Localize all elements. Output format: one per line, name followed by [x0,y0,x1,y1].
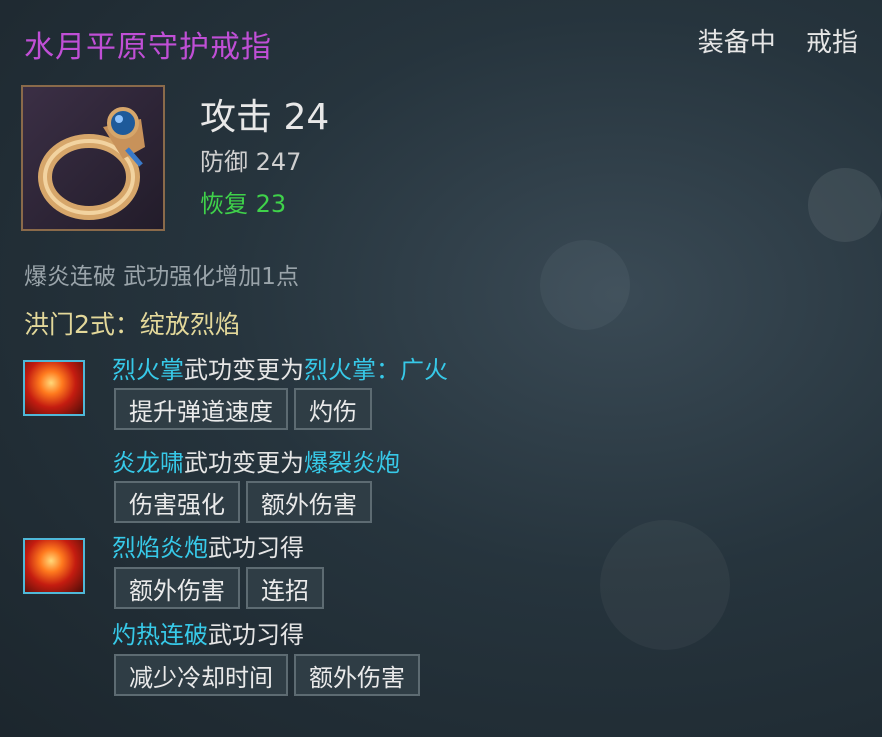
item-status-bar: 装备中 戒指 [698,22,858,59]
item-slot: 戒指 [805,28,858,58]
skill-tags: 伤害强化 额外伤害 [114,481,372,523]
background-smiley-decoration [808,168,882,242]
skill-name: 灼热连破 [112,621,208,649]
skill-learn-text: 武功习得 [208,621,304,649]
skill-name: 炎龙啸 [112,449,184,477]
skill-name: 烈焰炎炮 [112,534,208,562]
skill-name: 烈火掌 [112,356,184,384]
skill-tag: 额外伤害 [246,481,372,523]
flame-cannon-skill-icon [23,538,85,594]
equipped-status: 装备中 [697,28,776,58]
skill-tags: 额外伤害 连招 [114,567,324,609]
skill-target: 爆裂炎炮 [304,449,400,477]
skill-tag: 额外伤害 [294,654,420,696]
skill-tag: 灼伤 [294,388,372,430]
ring-icon [21,85,165,231]
background-decoration [600,520,730,650]
passive-effect: 爆炎连破 武功强化增加1点 [24,264,299,290]
defense-stat: 防御 247 [200,148,302,176]
skill-target: 烈火掌：广火 [304,356,448,384]
skill-change-text: 武功变更为 [184,356,304,384]
skill-tag: 提升弹道速度 [114,388,288,430]
set-name: 洪门2式：绽放烈焰 [24,310,240,339]
item-name: 水月平原守护戒指 [24,30,272,65]
skill-change-text: 武功变更为 [184,449,304,477]
recovery-stat: 恢复 23 [200,190,287,218]
fire-palm-skill-icon [23,360,85,416]
attack-stat: 攻击 24 [200,97,330,138]
skill-learn-text: 武功习得 [208,534,304,562]
background-decoration [540,240,630,330]
skill-change-line: 炎龙啸武功变更为爆裂炎炮 [112,443,400,478]
skill-tag: 伤害强化 [114,481,240,523]
skill-tag: 额外伤害 [114,567,240,609]
skill-learn-line: 灼热连破武功习得 [112,615,304,650]
skill-tags: 提升弹道速度 灼伤 [114,388,372,430]
skill-change-line: 烈火掌武功变更为烈火掌：广火 [112,350,448,385]
skill-tags: 减少冷却时间 额外伤害 [114,654,420,696]
skill-tag: 连招 [246,567,324,609]
skill-tag: 减少冷却时间 [114,654,288,696]
skill-learn-line: 烈焰炎炮武功习得 [112,528,304,563]
